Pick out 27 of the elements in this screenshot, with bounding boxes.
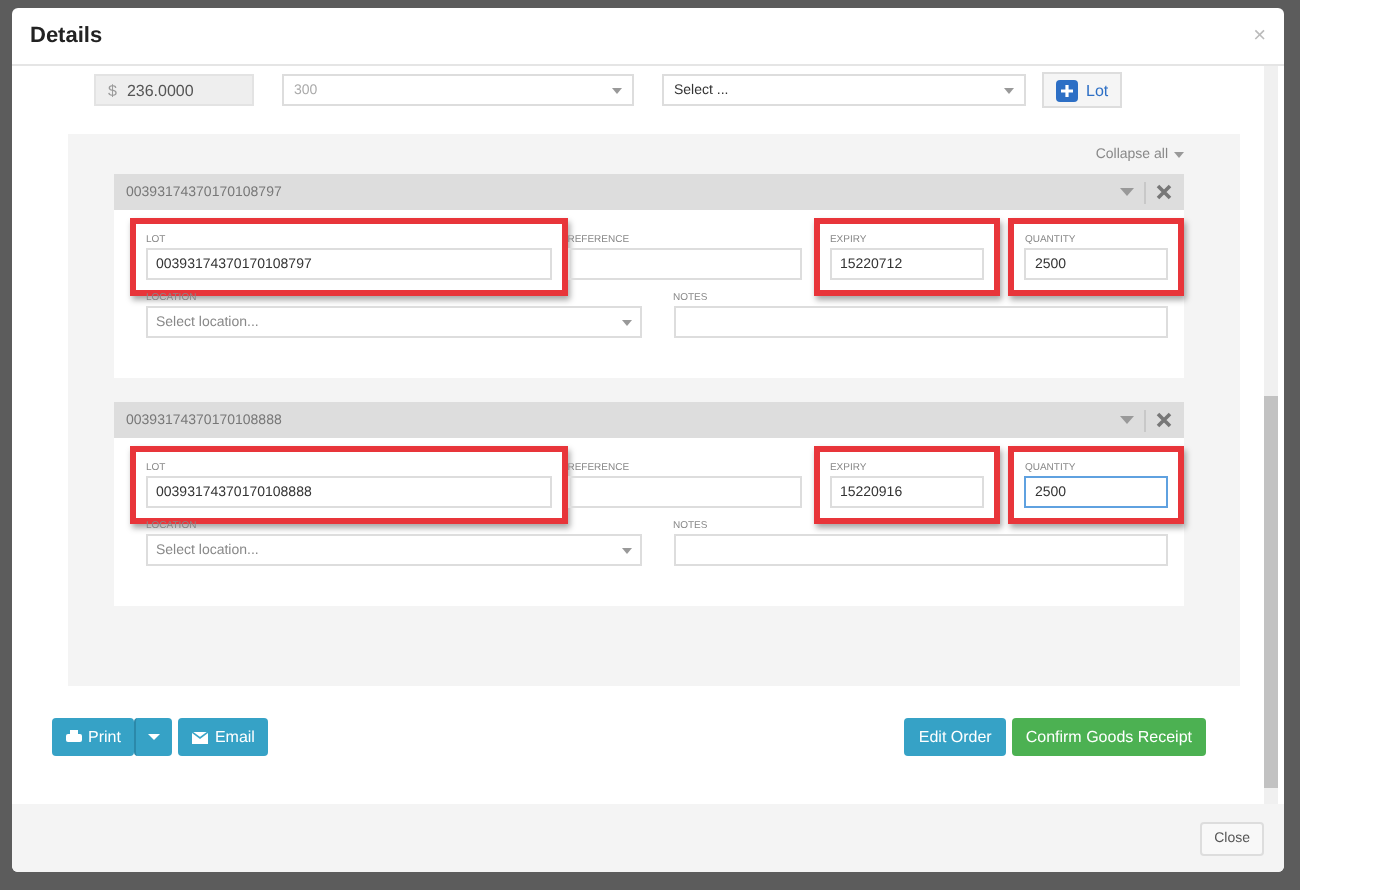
caret-icon (1004, 87, 1014, 93)
caret-icon (621, 547, 631, 553)
input-field[interactable] (567, 476, 802, 508)
notes-field[interactable] (673, 306, 1168, 338)
print-button[interactable]: Print (52, 718, 135, 756)
plus-icon (1056, 79, 1078, 101)
caret-icon[interactable] (1174, 152, 1184, 158)
caret-icon[interactable] (1120, 416, 1134, 424)
caret-icon[interactable] (1120, 188, 1134, 196)
close-icon[interactable] (1156, 412, 1172, 428)
window-title: Details (30, 24, 103, 48)
envelope-icon (192, 731, 209, 743)
caret-icon (621, 319, 631, 325)
scrollbar[interactable] (1264, 66, 1278, 804)
price-field[interactable]: $ 236.0000 (94, 74, 254, 106)
printer-icon (66, 730, 82, 744)
edit-order-button[interactable]: Edit Order (904, 718, 1006, 756)
dropdown-button[interactable] (134, 718, 173, 756)
input-field[interactable] (567, 248, 802, 280)
email-button[interactable]: Email (178, 718, 269, 756)
add-lot-button[interactable]: Lot (1042, 72, 1123, 108)
close-button[interactable]: × (1253, 24, 1266, 48)
notes-field[interactable] (673, 534, 1168, 566)
caret-icon (612, 87, 622, 93)
confirm-receipt-button[interactable]: Confirm Goods Receipt (1011, 718, 1206, 756)
close-icon[interactable] (1156, 184, 1172, 200)
caret-icon (148, 734, 161, 740)
